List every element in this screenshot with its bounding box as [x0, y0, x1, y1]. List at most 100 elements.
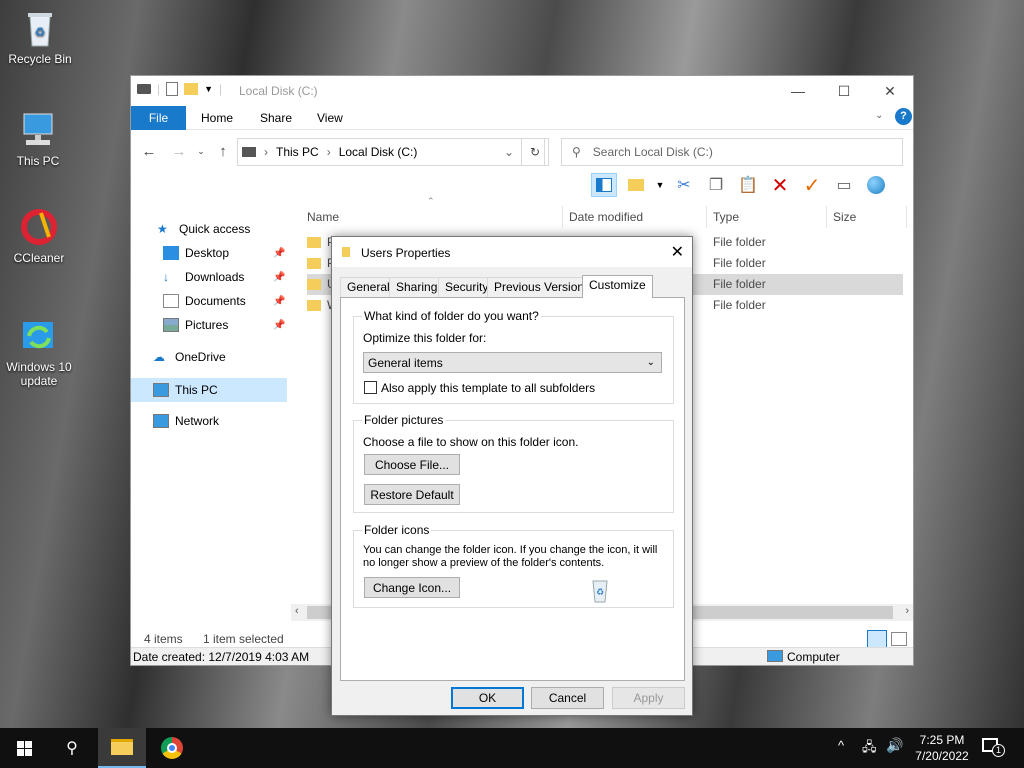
nav-pictures[interactable]: Pictures	[163, 313, 228, 337]
preview-pane-icon[interactable]	[591, 173, 617, 197]
ccleaner-icon	[19, 207, 59, 247]
maximize-button[interactable]: ☐	[821, 76, 867, 106]
breadcrumb-local-disk[interactable]: Local Disk (C:)	[339, 145, 418, 159]
chevron-down-icon[interactable]: ▼	[204, 84, 213, 94]
back-button[interactable]: ←	[139, 140, 159, 162]
tab-previous-versions[interactable]: Previous Versions	[487, 277, 598, 297]
group-label: Folder pictures	[362, 413, 446, 427]
breadcrumb-this-pc[interactable]: This PC	[276, 145, 319, 159]
apply-button[interactable]: Apply	[612, 687, 685, 709]
clock[interactable]: 7:25 PM 7/20/2022	[910, 732, 974, 764]
forward-button[interactable]: →	[169, 140, 189, 162]
minimize-button[interactable]: —	[775, 76, 821, 106]
nav-this-pc[interactable]: This PC	[153, 378, 218, 402]
show-hidden-icons[interactable]: ^	[838, 738, 844, 753]
delete-icon[interactable]: ✕	[767, 173, 793, 197]
ok-button[interactable]: OK	[451, 687, 524, 709]
desktop-icon-label: This PC	[16, 154, 60, 168]
folder-pictures-group: Folder pictures Choose a file to show on…	[353, 413, 674, 513]
cut-icon[interactable]: ✂	[671, 173, 697, 197]
pin-icon[interactable]: 📌	[273, 320, 285, 331]
address-bar[interactable]: › This PC › Local Disk (C:) ⌄	[237, 138, 545, 166]
paste-icon[interactable]: 📋	[735, 173, 761, 197]
globe-icon[interactable]	[863, 173, 889, 197]
properties-icon[interactable]: ▭	[831, 173, 857, 197]
folder-icon	[307, 279, 321, 291]
clock-time: 7:25 PM	[919, 733, 965, 747]
optimize-folder-select[interactable]: General items ⌄	[363, 352, 662, 373]
windows-update-icon	[19, 316, 59, 356]
details-view-icon[interactable]	[867, 630, 887, 648]
column-header-name[interactable]: Name	[301, 206, 563, 228]
dialog-close-button[interactable]: ✕	[671, 242, 684, 262]
folder-icons-description-2: no longer show a preview of the folder's…	[363, 557, 605, 569]
start-button[interactable]	[0, 728, 48, 768]
recent-locations-icon[interactable]: ⌄	[191, 140, 211, 162]
taskbar-chrome[interactable]	[148, 728, 196, 768]
drive-icon	[242, 147, 256, 157]
chevron-down-icon[interactable]: ▼	[655, 173, 665, 197]
large-icons-view-icon[interactable]	[891, 632, 907, 646]
recycle-bin-icon: ♻	[20, 8, 60, 48]
column-header-date[interactable]: Date modified	[563, 206, 707, 228]
choose-file-button[interactable]: Choose File...	[364, 454, 460, 475]
nav-downloads[interactable]: ↓ Downloads	[163, 265, 244, 289]
volume-icon[interactable]: 🔊	[886, 737, 903, 754]
search-input[interactable]: ⚲ Search Local Disk (C:)	[561, 138, 903, 166]
recycle-bin-preview-icon: ♻	[590, 577, 610, 603]
up-button[interactable]: ↑	[213, 140, 233, 162]
taskbar-file-explorer[interactable]	[98, 728, 146, 768]
nav-network[interactable]: Network	[153, 409, 219, 433]
pin-icon[interactable]: 📌	[273, 248, 285, 259]
pin-icon[interactable]: 📌	[273, 272, 285, 283]
network-icon[interactable]: 🖧	[862, 738, 877, 760]
tab-file[interactable]: File	[131, 106, 186, 130]
desktop-icon-recycle-bin[interactable]: ♻ Recycle Bin	[2, 8, 78, 66]
desktop-icon-windows-update[interactable]: Windows 10 update	[1, 316, 77, 388]
group-label: Folder icons	[362, 523, 432, 537]
rename-check-icon[interactable]: ✓	[799, 173, 825, 197]
pin-icon[interactable]: 📌	[273, 296, 285, 307]
search-button[interactable]: ⚲	[48, 728, 96, 768]
nav-quick-access[interactable]: ★ Quick access	[157, 217, 250, 241]
copy-icon[interactable]: ❐	[703, 173, 729, 197]
desktop-icon-ccleaner[interactable]: CCleaner	[1, 207, 77, 265]
tab-share[interactable]: Share	[246, 106, 306, 130]
nav-onedrive[interactable]: ☁ OneDrive	[153, 345, 226, 369]
title-bar: | ▼ | Local Disk (C:) — ☐ ✕	[131, 76, 913, 106]
chevron-down-icon[interactable]: ⌄	[504, 145, 514, 159]
expand-ribbon-icon[interactable]: ⌄	[875, 110, 883, 121]
search-icon: ⚲	[66, 740, 78, 757]
restore-default-button[interactable]: Restore Default	[364, 484, 460, 505]
tab-view[interactable]: View	[303, 106, 357, 130]
column-header-type[interactable]: Type	[707, 206, 827, 228]
refresh-button[interactable]: ↻	[521, 138, 549, 166]
nav-documents[interactable]: Documents	[163, 289, 246, 313]
nav-desktop[interactable]: Desktop	[163, 241, 229, 265]
change-icon-button[interactable]: Change Icon...	[364, 577, 460, 598]
optimize-label: Optimize this folder for:	[363, 331, 487, 345]
desktop-icon-label: Windows 10 update	[6, 360, 72, 388]
scroll-left-icon[interactable]: ‹	[295, 605, 299, 617]
tab-customize[interactable]: Customize	[582, 275, 653, 298]
notification-center-button[interactable]: 1	[982, 738, 1006, 758]
apply-subfolders-checkbox[interactable]	[364, 381, 377, 394]
desktop-icon-this-pc[interactable]: This PC	[0, 110, 76, 168]
folder-icon	[111, 739, 133, 755]
help-icon[interactable]: ?	[895, 108, 912, 125]
taskbar: ⚲ ^ 🖧 🔊 7:25 PM 7/20/2022 1	[0, 728, 1024, 768]
dialog-title-bar: Users Properties ✕	[332, 237, 692, 267]
dialog-title: Users Properties	[361, 246, 451, 260]
windows-logo-icon	[16, 740, 32, 756]
cancel-button[interactable]: Cancel	[531, 687, 604, 709]
scroll-right-icon[interactable]: ›	[905, 605, 909, 617]
new-folder-icon[interactable]	[623, 173, 649, 197]
folder-icon	[307, 258, 321, 270]
tab-home[interactable]: Home	[187, 106, 247, 130]
search-icon: ⚲	[572, 145, 581, 159]
new-folder-icon[interactable]	[184, 83, 199, 95]
tab-sharing[interactable]: Sharing	[389, 277, 445, 297]
column-header-size[interactable]: Size	[827, 206, 907, 228]
close-button[interactable]: ✕	[867, 76, 913, 106]
properties-icon[interactable]	[166, 82, 179, 96]
